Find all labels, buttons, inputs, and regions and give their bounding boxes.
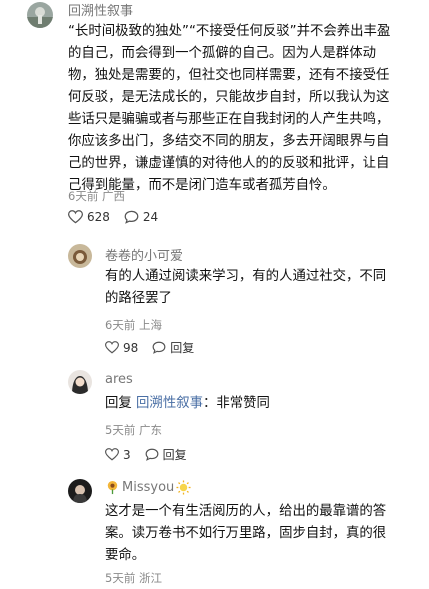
comment-text-line: 何反驳，是无法成长的，只能故步自封，所以我认为这 (68, 90, 390, 105)
reply-text-line: 的路径罢了 (105, 291, 172, 306)
heart-icon (68, 210, 83, 224)
reply-actions: 3 回复 (105, 446, 201, 463)
sun-icon (176, 480, 191, 495)
comment-meta: 6天前 广西 (68, 189, 125, 203)
reply-body: ：非常赞同 (203, 396, 270, 411)
flower-icon (107, 480, 118, 495)
like-button[interactable]: 628 (68, 210, 110, 224)
reply-username[interactable]: ares (105, 372, 133, 387)
like-count: 98 (123, 340, 139, 355)
avatar[interactable] (68, 479, 92, 503)
reply-text: 有的人通过阅读来学习，有的人通过社交，不同 的路径罢了 (105, 266, 420, 310)
reply-text-line: 案。读万卷书不如行万里路，固步自封，真的很 (105, 526, 387, 541)
reply-text-line: 要命。 (105, 548, 146, 563)
avatar[interactable] (68, 370, 92, 394)
comment-bubble-icon (124, 210, 139, 224)
reply-meta: 6天前 上海 (105, 318, 162, 332)
avatar[interactable] (27, 2, 53, 28)
like-button[interactable]: 3 (105, 448, 131, 462)
heart-icon (105, 341, 119, 354)
reply-text: 回复 回溯性叙事：非常赞同 (105, 393, 420, 415)
comment-text-line: 你应该多出门，多结交不同的朋友，多去开阔眼界与自 (68, 134, 390, 149)
reply-button[interactable]: 回复 (152, 339, 194, 356)
reply-username[interactable]: 卷卷的小可爱 (105, 245, 183, 264)
avatar[interactable] (68, 244, 92, 268)
reply-label: 回复 (170, 341, 195, 355)
heart-icon (105, 448, 119, 461)
like-count: 3 (123, 447, 131, 462)
reply-username[interactable]: Missyou (105, 480, 191, 495)
reply-prefix: 回复 (105, 396, 137, 411)
reply-button[interactable]: 回复 (145, 446, 187, 463)
comment-actions: 628 24 (68, 210, 172, 224)
like-button[interactable]: 98 (105, 341, 138, 355)
comment-text: “长时间极致的独处”“不接受任何反驳”并不会养出丰盈 的自己，而会得到一个孤僻的… (68, 21, 420, 197)
comment-text-line: 的自己，而会得到一个孤僻的自己。因为人是群体动 (68, 46, 376, 61)
comment-text-line: 些话只是骗骗或者与那些正在自我封闭的人产生共鸣， (68, 112, 390, 127)
reply-count: 24 (142, 210, 159, 224)
reply-text: 这才是一个有生活阅历的人，给出的最靠谱的答 案。读万卷书不如行万里路，固步自封，… (105, 501, 420, 567)
comment-text-line: 己的世界，谦虚谨慎的对待他人的的反驳和批评，让自 (68, 156, 390, 171)
reply-meta: 5天前 浙江 (105, 571, 162, 585)
like-count: 628 (87, 210, 110, 224)
comment-username[interactable]: 回溯性叙事 (68, 0, 133, 19)
comment-text-line: 物，独处是需要的，但社交也同样需要，还有不接受任 (68, 68, 390, 83)
reply-meta: 5天前 广东 (105, 423, 162, 437)
reply-text-line: 这才是一个有生活阅历的人，给出的最靠谱的答 (105, 504, 387, 519)
comment-bubble-icon (152, 341, 166, 354)
reply-target-link[interactable]: 回溯性叙事 (136, 396, 203, 411)
reply-button[interactable]: 24 (124, 210, 158, 224)
reply-label: 回复 (162, 448, 187, 462)
comment-text-line: “长时间极致的独处”“不接受任何反驳”并不会养出丰盈 (68, 24, 391, 39)
reply-actions: 98 回复 (105, 339, 208, 356)
reply-text-line: 有的人通过阅读来学习，有的人通过社交，不同 (105, 269, 387, 284)
comment-bubble-icon (145, 448, 159, 461)
reply-username-text: Missyou (122, 480, 175, 495)
